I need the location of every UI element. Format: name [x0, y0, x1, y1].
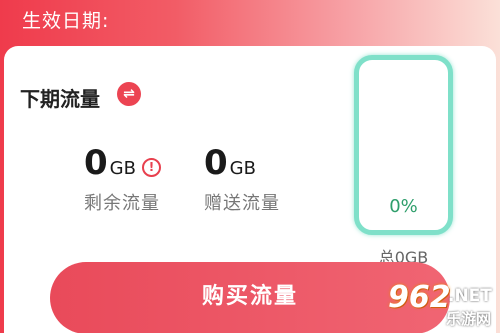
- next-period-traffic-title: 下期流量: [20, 87, 100, 111]
- info-icon[interactable]: !: [141, 157, 161, 177]
- swap-arrows-icon[interactable]: ⇌: [117, 82, 141, 106]
- watermark-site: 乐游网: [446, 310, 492, 328]
- gifted-traffic-label: 赠送流量: [204, 193, 280, 214]
- effective-date-label: 生效日期:: [22, 10, 110, 32]
- watermark-net: .NET: [448, 286, 492, 306]
- gifted-traffic-unit: GB: [229, 158, 256, 179]
- remaining-traffic-value: 0: [84, 143, 108, 183]
- usage-gauge: 0%: [354, 55, 453, 235]
- watermark-logo: 962: [388, 280, 451, 315]
- gifted-traffic: 0 GB 赠送流量: [204, 146, 280, 215]
- remaining-traffic-label: 剩余流量: [84, 193, 160, 214]
- remaining-traffic-unit: GB: [109, 158, 136, 179]
- gifted-traffic-value: 0: [204, 143, 228, 183]
- usage-percent: 0%: [389, 196, 418, 217]
- remaining-traffic: 0 GB ! 剩余流量: [84, 146, 161, 215]
- site-watermark: 962 .NET 乐游网: [360, 276, 500, 333]
